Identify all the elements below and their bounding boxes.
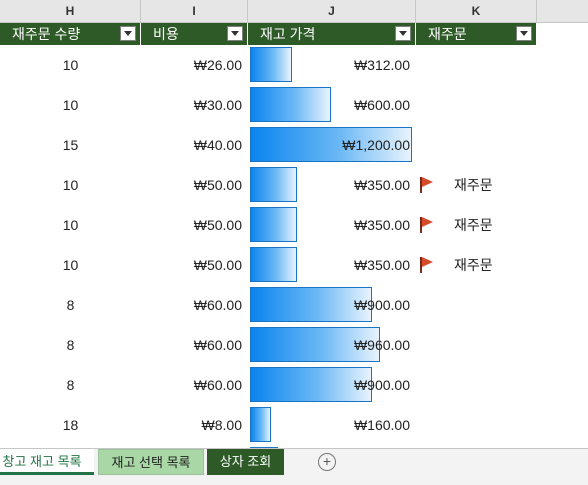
- table-row: 10 ₩50.00 ₩350.00 재주문: [0, 245, 537, 285]
- cell-cost[interactable]: ₩60.00: [141, 365, 248, 405]
- table-header-label: 비용: [153, 26, 179, 42]
- cell-inventory-value[interactable]: ₩900.00: [248, 285, 416, 325]
- table-header-reorder-qty: 재주문 수량: [0, 23, 141, 45]
- reorder-text: 재주문: [454, 177, 493, 193]
- cell-cost[interactable]: ₩26.00: [141, 45, 248, 85]
- column-header-h[interactable]: H: [0, 0, 141, 22]
- cell-inventory-value[interactable]: ₩900.00: [248, 365, 416, 405]
- table-row: 10 ₩50.00 ₩350.00 재주문: [0, 205, 537, 245]
- inventory-value-text: ₩900.00: [353, 377, 410, 393]
- table-header-label: 재주문: [428, 26, 467, 42]
- cell-reorder-qty[interactable]: 15: [0, 125, 141, 165]
- filter-dropdown-icon[interactable]: [120, 26, 136, 41]
- data-bar: [250, 87, 331, 122]
- cell-reorder[interactable]: 재주문: [416, 245, 537, 285]
- cell-reorder[interactable]: [416, 85, 537, 125]
- table-row: 10 ₩50.00 ₩350.00 재주문: [0, 165, 537, 205]
- cell-reorder-qty[interactable]: 10: [0, 45, 141, 85]
- table-row: 8 ₩60.00 ₩960.00: [0, 325, 537, 365]
- inventory-value-text: ₩600.00: [353, 97, 410, 113]
- table-header-row: 재주문 수량 비용 재고 가격 재주문: [0, 23, 537, 45]
- inventory-value-text: ₩350.00: [353, 257, 410, 273]
- filter-dropdown-icon[interactable]: [395, 26, 411, 41]
- inventory-value-text: ₩350.00: [353, 177, 410, 193]
- sheet-tab-bar: 창고 재고 목록 재고 선택 목록 상자 조회 +: [0, 448, 588, 485]
- column-header-i[interactable]: I: [141, 0, 248, 22]
- plus-circle-icon[interactable]: +: [318, 453, 336, 471]
- cell-inventory-value[interactable]: ₩1,200.00: [248, 125, 416, 165]
- column-header-bar: H I J K: [0, 0, 588, 23]
- cell-reorder[interactable]: [416, 405, 537, 445]
- cell-inventory-value[interactable]: ₩312.00: [248, 45, 416, 85]
- table-row: 10 ₩26.00 ₩312.00: [0, 45, 537, 85]
- data-bar: [250, 247, 297, 282]
- table-row: 15 ₩40.00 ₩1,200.00: [0, 125, 537, 165]
- cell-reorder[interactable]: [416, 285, 537, 325]
- data-bar: [250, 207, 297, 242]
- cell-cost[interactable]: ₩8.00: [141, 405, 248, 445]
- table-header-cost: 비용: [141, 23, 248, 45]
- sheet-tab-pick-list[interactable]: 재고 선택 목록: [98, 449, 204, 475]
- filter-dropdown-icon[interactable]: [516, 26, 532, 41]
- table-header-label: 재고 가격: [260, 26, 316, 42]
- cell-reorder[interactable]: 재주문: [416, 205, 537, 245]
- cell-inventory-value[interactable]: ₩160.00: [248, 405, 416, 445]
- cell-reorder-qty[interactable]: 8: [0, 365, 141, 405]
- cell-reorder[interactable]: [416, 325, 537, 365]
- inventory-value-text: ₩350.00: [353, 217, 410, 233]
- table-row: 18 ₩8.00 ₩160.00: [0, 405, 537, 445]
- flag-icon: [420, 177, 434, 193]
- cell-reorder-qty[interactable]: 10: [0, 85, 141, 125]
- inventory-value-text: ₩160.00: [353, 417, 410, 433]
- data-bar: [250, 167, 297, 202]
- column-header-k[interactable]: K: [416, 0, 537, 22]
- cell-inventory-value[interactable]: ₩600.00: [248, 85, 416, 125]
- inventory-value-text: ₩900.00: [353, 297, 410, 313]
- table-row: 8 ₩60.00 ₩900.00: [0, 285, 537, 325]
- reorder-text: 재주문: [454, 217, 493, 233]
- cell-cost[interactable]: ₩50.00: [141, 205, 248, 245]
- cell-reorder[interactable]: 재주문: [416, 165, 537, 205]
- filter-dropdown-icon[interactable]: [227, 26, 243, 41]
- table-row: 10 ₩30.00 ₩600.00: [0, 85, 537, 125]
- cell-inventory-value[interactable]: ₩960.00: [248, 325, 416, 365]
- cell-inventory-value[interactable]: ₩350.00: [248, 245, 416, 285]
- cell-reorder-qty[interactable]: 10: [0, 205, 141, 245]
- spreadsheet-grid: H I J K 재주문 수량 비용 재고 가격 재주문 10 ₩26.00 ₩312…: [0, 0, 588, 448]
- cell-cost[interactable]: ₩30.00: [141, 85, 248, 125]
- cell-inventory-value[interactable]: ₩350.00: [248, 205, 416, 245]
- data-bar: [250, 47, 292, 82]
- cell-cost[interactable]: ₩60.00: [141, 285, 248, 325]
- cell-inventory-value[interactable]: ₩350.00: [248, 165, 416, 205]
- cell-cost[interactable]: ₩50.00: [141, 165, 248, 205]
- cell-reorder-qty[interactable]: 8: [0, 285, 141, 325]
- reorder-text: 재주문: [454, 257, 493, 273]
- cell-cost[interactable]: ₩60.00: [141, 325, 248, 365]
- table-row: 8 ₩60.00 ₩900.00: [0, 365, 537, 405]
- sheet-tab-warehouse-inventory[interactable]: 창고 재고 목록: [0, 449, 94, 475]
- flag-icon: [420, 217, 434, 233]
- cell-reorder[interactable]: [416, 365, 537, 405]
- table-header-inventory-value: 재고 가격: [248, 23, 416, 45]
- cell-reorder-qty[interactable]: 10: [0, 245, 141, 285]
- table-header-label: 재주문 수량: [12, 26, 81, 42]
- inventory-value-text: ₩960.00: [353, 337, 410, 353]
- cell-reorder-qty[interactable]: 18: [0, 405, 141, 445]
- flag-icon: [420, 257, 434, 273]
- sheet-tab-bin-lookup[interactable]: 상자 조회: [207, 449, 284, 475]
- cell-reorder[interactable]: [416, 45, 537, 85]
- cell-cost[interactable]: ₩50.00: [141, 245, 248, 285]
- table-header-reorder: 재주문: [416, 23, 537, 45]
- inventory-value-text: ₩312.00: [353, 57, 410, 73]
- inventory-value-text: ₩1,200.00: [342, 137, 410, 153]
- data-bar: [250, 407, 271, 442]
- column-header-j[interactable]: J: [248, 0, 416, 22]
- cell-reorder-qty[interactable]: 8: [0, 325, 141, 365]
- cell-reorder-qty[interactable]: 10: [0, 165, 141, 205]
- cell-cost[interactable]: ₩40.00: [141, 125, 248, 165]
- cell-reorder[interactable]: [416, 125, 537, 165]
